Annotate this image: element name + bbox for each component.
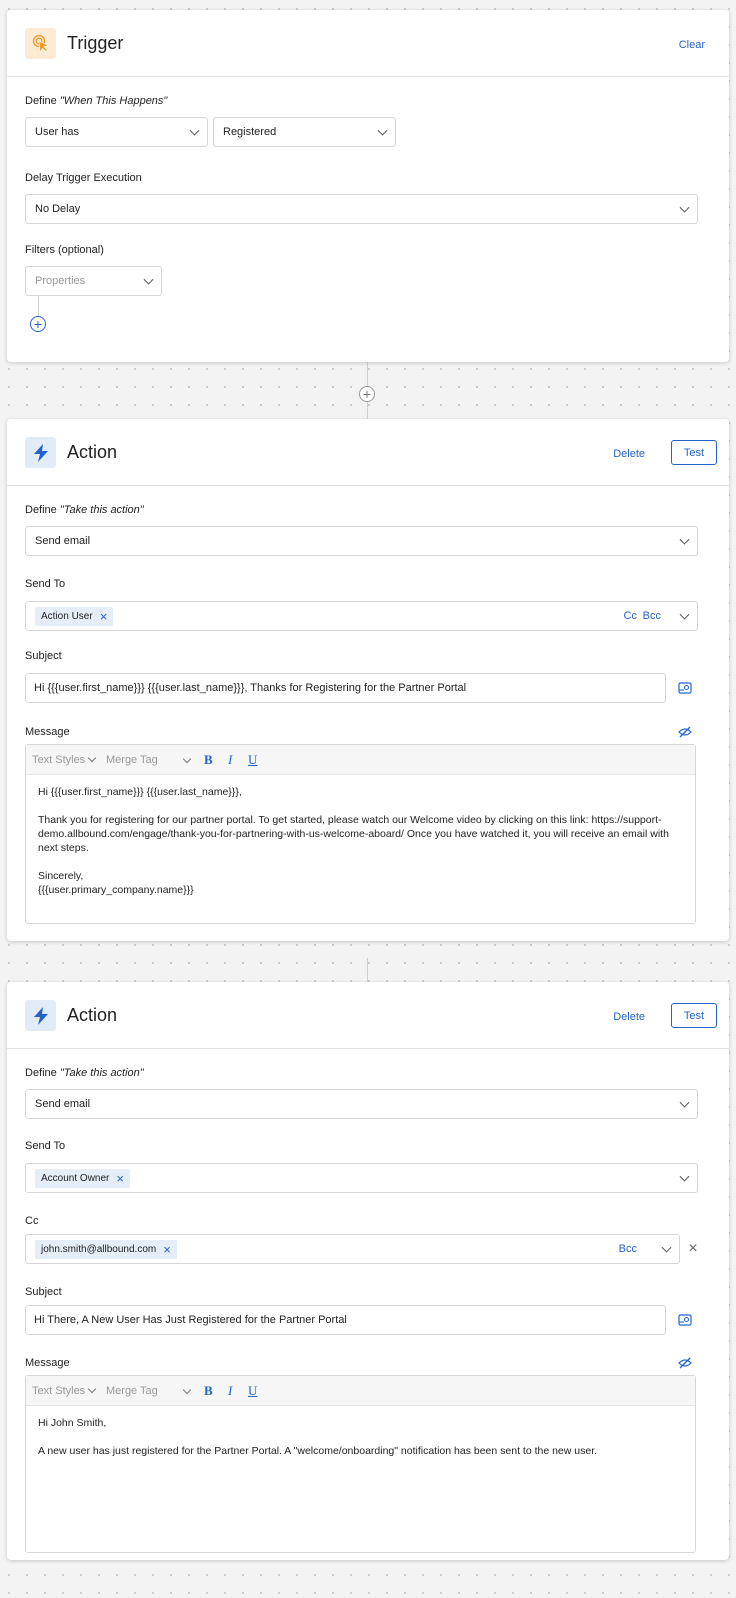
clear-button[interactable]: Clear — [679, 39, 705, 51]
greeting-text: Hi John Smith, — [38, 1417, 107, 1429]
bold-button[interactable]: B — [204, 1383, 213, 1399]
close-icon[interactable]: × — [685, 1240, 701, 1257]
signoff-text: Sincerely, — [38, 870, 84, 882]
bcc-button[interactable]: Bcc — [643, 610, 661, 622]
test-button[interactable]: Test — [671, 440, 717, 465]
underline-button[interactable]: U — [248, 752, 257, 768]
test-button[interactable]: Test — [671, 1003, 717, 1028]
greeting-text: Hi {{{user.first_name}}} {{{user.last_na… — [38, 786, 242, 798]
message-body[interactable]: Hi {{{user.first_name}}} {{{user.last_na… — [26, 775, 695, 907]
delay-label: Delay Trigger Execution — [25, 172, 142, 184]
subject-label: Subject — [25, 650, 62, 662]
plus-icon: + — [362, 386, 372, 402]
merge-field-icon[interactable] — [677, 680, 693, 696]
send-to-field[interactable]: Action User × Cc Bcc — [25, 601, 698, 631]
merge-field-icon[interactable] — [677, 1312, 693, 1328]
remove-icon[interactable]: × — [116, 1172, 124, 1185]
editor-toolbar: Text Styles Merge Tag B I U — [26, 745, 695, 775]
chevron-down-icon — [189, 125, 200, 136]
connector-line — [367, 958, 368, 982]
define-label: Define "When This Happens" — [25, 95, 168, 107]
trigger-card: Trigger Clear Define "When This Happens"… — [7, 10, 729, 362]
lightning-icon — [25, 437, 56, 468]
send-to-label: Send To — [25, 578, 66, 590]
delay-select[interactable]: No Delay — [25, 194, 698, 224]
message-editor[interactable]: Text Styles Merge Tag B I U Hi {{{user.f… — [25, 744, 696, 924]
chevron-down-icon — [661, 1242, 672, 1253]
card-title: Action — [67, 442, 118, 462]
filters-label: Filters (optional) — [25, 244, 104, 256]
message-body[interactable]: Hi John Smith, A new user has just regis… — [26, 1406, 695, 1482]
card-title: Trigger — [67, 33, 124, 53]
chevron-down-icon — [679, 1097, 690, 1108]
pointer-click-icon — [25, 28, 56, 59]
bcc-button[interactable]: Bcc — [619, 1243, 637, 1255]
action-header: Action Delete Test — [7, 419, 729, 486]
add-filter-button[interactable]: + — [30, 316, 46, 332]
card-title: Action — [67, 1005, 118, 1025]
body-paragraph: A new user has just registered for the P… — [38, 1445, 598, 1457]
cc-tag: john.smith@allbound.com × — [35, 1239, 177, 1259]
text-styles-dropdown[interactable]: Text Styles — [32, 753, 97, 766]
user-has-select[interactable]: User has — [25, 117, 208, 147]
message-label: Message — [25, 1357, 70, 1369]
message-label: Message — [25, 726, 70, 738]
recipient-tag: Account Owner × — [35, 1168, 130, 1188]
chevron-down-icon — [679, 202, 690, 213]
event-select[interactable]: Registered — [213, 117, 396, 147]
hide-preview-icon[interactable] — [677, 724, 693, 740]
properties-select[interactable]: Properties — [25, 266, 162, 296]
action-header: Action Delete Test — [7, 982, 729, 1049]
action-type-select[interactable]: Send email — [25, 1089, 698, 1119]
trigger-header: Trigger Clear — [7, 10, 729, 77]
hide-preview-icon[interactable] — [677, 1355, 693, 1371]
action-type-select[interactable]: Send email — [25, 526, 698, 556]
delete-button[interactable]: Delete — [613, 448, 645, 460]
filter-connector-line — [38, 296, 39, 316]
merge-tag-dropdown[interactable]: Merge Tag — [106, 754, 192, 766]
recipient-tag: Action User × — [35, 606, 114, 626]
add-step-button[interactable]: + — [359, 386, 375, 402]
plus-icon: + — [33, 316, 43, 332]
merge-tag-dropdown[interactable]: Merge Tag — [106, 1385, 192, 1397]
chevron-down-icon — [679, 534, 690, 545]
cc-button[interactable]: Cc — [624, 610, 637, 622]
chevron-down-icon — [377, 125, 388, 136]
text-styles-dropdown[interactable]: Text Styles — [32, 1384, 97, 1397]
subject-input[interactable]: Hi {{{user.first_name}}} {{{user.last_na… — [25, 673, 666, 703]
body-paragraph: Thank you for registering for our partne… — [38, 814, 669, 854]
action-card-2: Action Delete Test Define "Take this act… — [7, 982, 729, 1560]
italic-button[interactable]: I — [228, 752, 232, 768]
define-label: Define "Take this action" — [25, 1067, 144, 1079]
bold-button[interactable]: B — [204, 752, 213, 768]
message-editor[interactable]: Text Styles Merge Tag B I U Hi John Smit… — [25, 1375, 696, 1553]
underline-button[interactable]: U — [248, 1383, 257, 1399]
italic-button[interactable]: I — [228, 1383, 232, 1399]
chevron-down-icon — [679, 1171, 690, 1182]
chevron-down-icon — [143, 274, 154, 285]
action-card-1: Action Delete Test Define "Take this act… — [7, 419, 729, 941]
send-to-label: Send To — [25, 1140, 66, 1152]
cc-label: Cc — [25, 1215, 39, 1227]
cc-field[interactable]: john.smith@allbound.com × Bcc — [25, 1234, 680, 1264]
signature-text: {{{user.primary_company.name}}} — [38, 884, 194, 896]
define-label: Define "Take this action" — [25, 504, 144, 516]
delete-button[interactable]: Delete — [613, 1011, 645, 1023]
chevron-down-icon — [679, 609, 690, 620]
lightning-icon — [25, 1000, 56, 1031]
subject-label: Subject — [25, 1286, 62, 1298]
subject-input[interactable]: Hi There, A New User Has Just Registered… — [25, 1305, 666, 1335]
remove-icon[interactable]: × — [100, 610, 108, 623]
editor-toolbar: Text Styles Merge Tag B I U — [26, 1376, 695, 1406]
remove-icon[interactable]: × — [163, 1243, 171, 1256]
send-to-field[interactable]: Account Owner × — [25, 1163, 698, 1193]
